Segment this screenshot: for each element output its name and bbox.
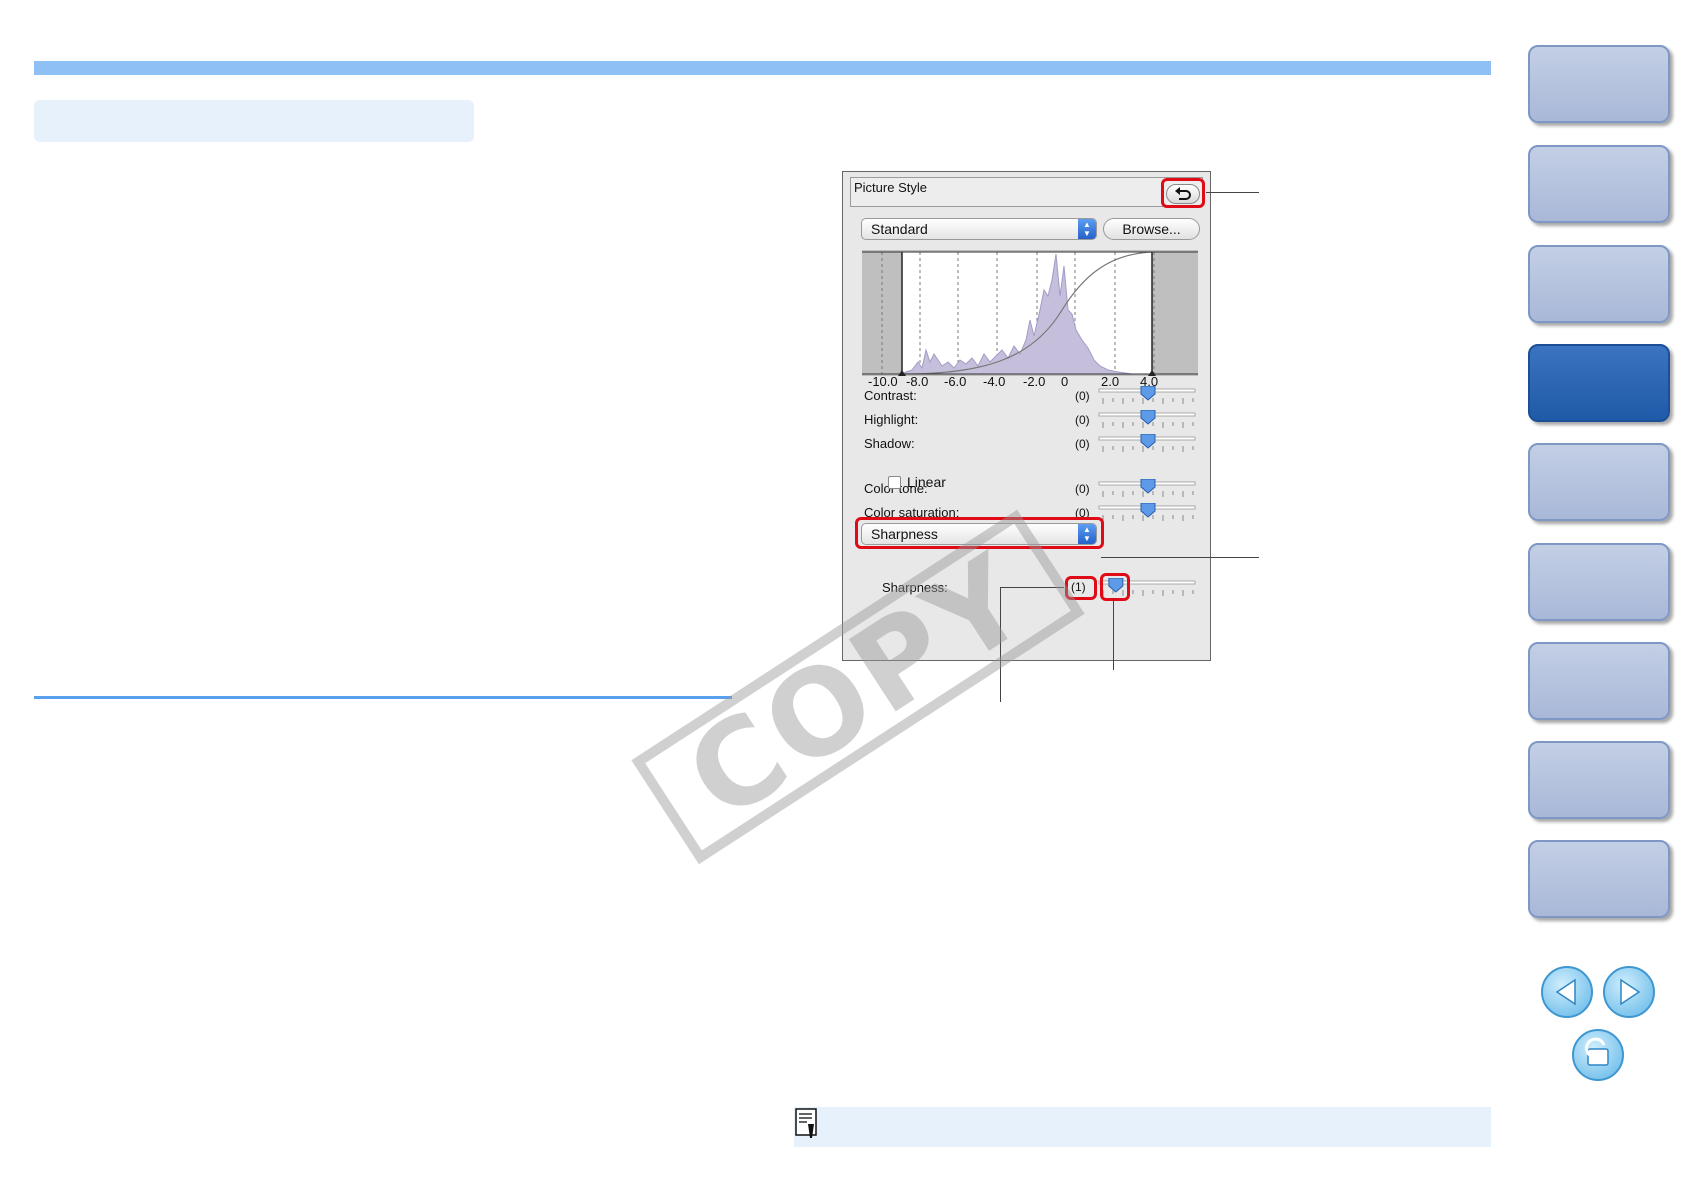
slider-value: (0) [1075,437,1090,451]
axis-tick-label: -2.0 [1023,374,1046,389]
return-page-button[interactable] [1572,1029,1624,1081]
callout-line-value-h [1000,587,1064,588]
side-tab-5[interactable] [1528,443,1670,521]
side-tab-8[interactable] [1528,741,1670,819]
callout-line-reset [1206,192,1259,193]
note-bar [794,1107,1491,1147]
section-divider [34,696,732,699]
section-title-box [34,100,474,142]
side-tab-9[interactable] [1528,840,1670,918]
side-tab-7[interactable] [1528,642,1670,720]
adjustment-slider[interactable] [1097,479,1197,499]
slider-knob[interactable] [1140,410,1156,425]
slider-knob[interactable] [1140,434,1156,449]
sharpness-value-highlight [1065,576,1097,600]
adjustment-slider[interactable] [1097,410,1197,430]
callout-line-value-v [1000,587,1001,702]
callout-line-sharpness-select [1101,557,1259,558]
picture-style-select[interactable]: Standard ▲ ▼ [861,218,1097,240]
panel-title: Picture Style [854,180,927,195]
adjustment-slider[interactable] [1097,386,1197,406]
sharpness-slider-highlight [1100,573,1130,601]
slider-knob[interactable] [1140,386,1156,401]
next-page-button[interactable] [1603,966,1655,1018]
previous-page-button[interactable] [1541,966,1593,1018]
axis-tick-label: -8.0 [906,374,929,389]
panel-title-bar: Picture Style [850,177,1203,207]
adjustment-slider[interactable] [1097,503,1197,523]
slider-label: Highlight: [864,412,919,427]
browse-button[interactable]: Browse... [1103,218,1200,240]
header-bar [34,61,1491,75]
side-tab-3[interactable] [1528,245,1670,323]
side-tab-2[interactable] [1528,145,1670,223]
linear-checkbox[interactable] [888,476,901,489]
updown-arrows-icon: ▲ ▼ [1078,219,1096,239]
sharpness-select-highlight [855,517,1104,549]
slider-label: Shadow: [864,436,915,451]
arrow-right-icon [1620,978,1641,1006]
slider-knob[interactable] [1140,479,1156,494]
memo-icon [795,1108,817,1138]
axis-tick-label: -10.0 [868,374,898,389]
picture-style-select-value: Standard [871,221,928,237]
side-tab-4-active[interactable] [1528,344,1670,422]
slider-value: (0) [1075,482,1090,496]
callout-line-slider [1113,598,1114,670]
sharpness-label: Sharpness: [882,580,948,595]
slider-value: (0) [1075,389,1090,403]
return-arrow-icon [1585,1037,1609,1066]
axis-tick-label: -4.0 [983,374,1006,389]
side-tab-1[interactable] [1528,45,1670,123]
side-tab-6[interactable] [1528,543,1670,621]
slider-label: Contrast: [864,388,917,403]
linear-checkbox-label: Linear [907,474,946,490]
adjustment-slider[interactable] [1097,434,1197,454]
axis-tick-label: 0 [1061,374,1069,389]
axis-tick-label: -6.0 [944,374,967,389]
arrow-left-icon [1555,978,1576,1006]
reset-button-highlight [1161,178,1205,208]
slider-value: (0) [1075,413,1090,427]
slider-knob[interactable] [1140,503,1156,518]
tone-curve-histogram[interactable] [862,250,1198,376]
